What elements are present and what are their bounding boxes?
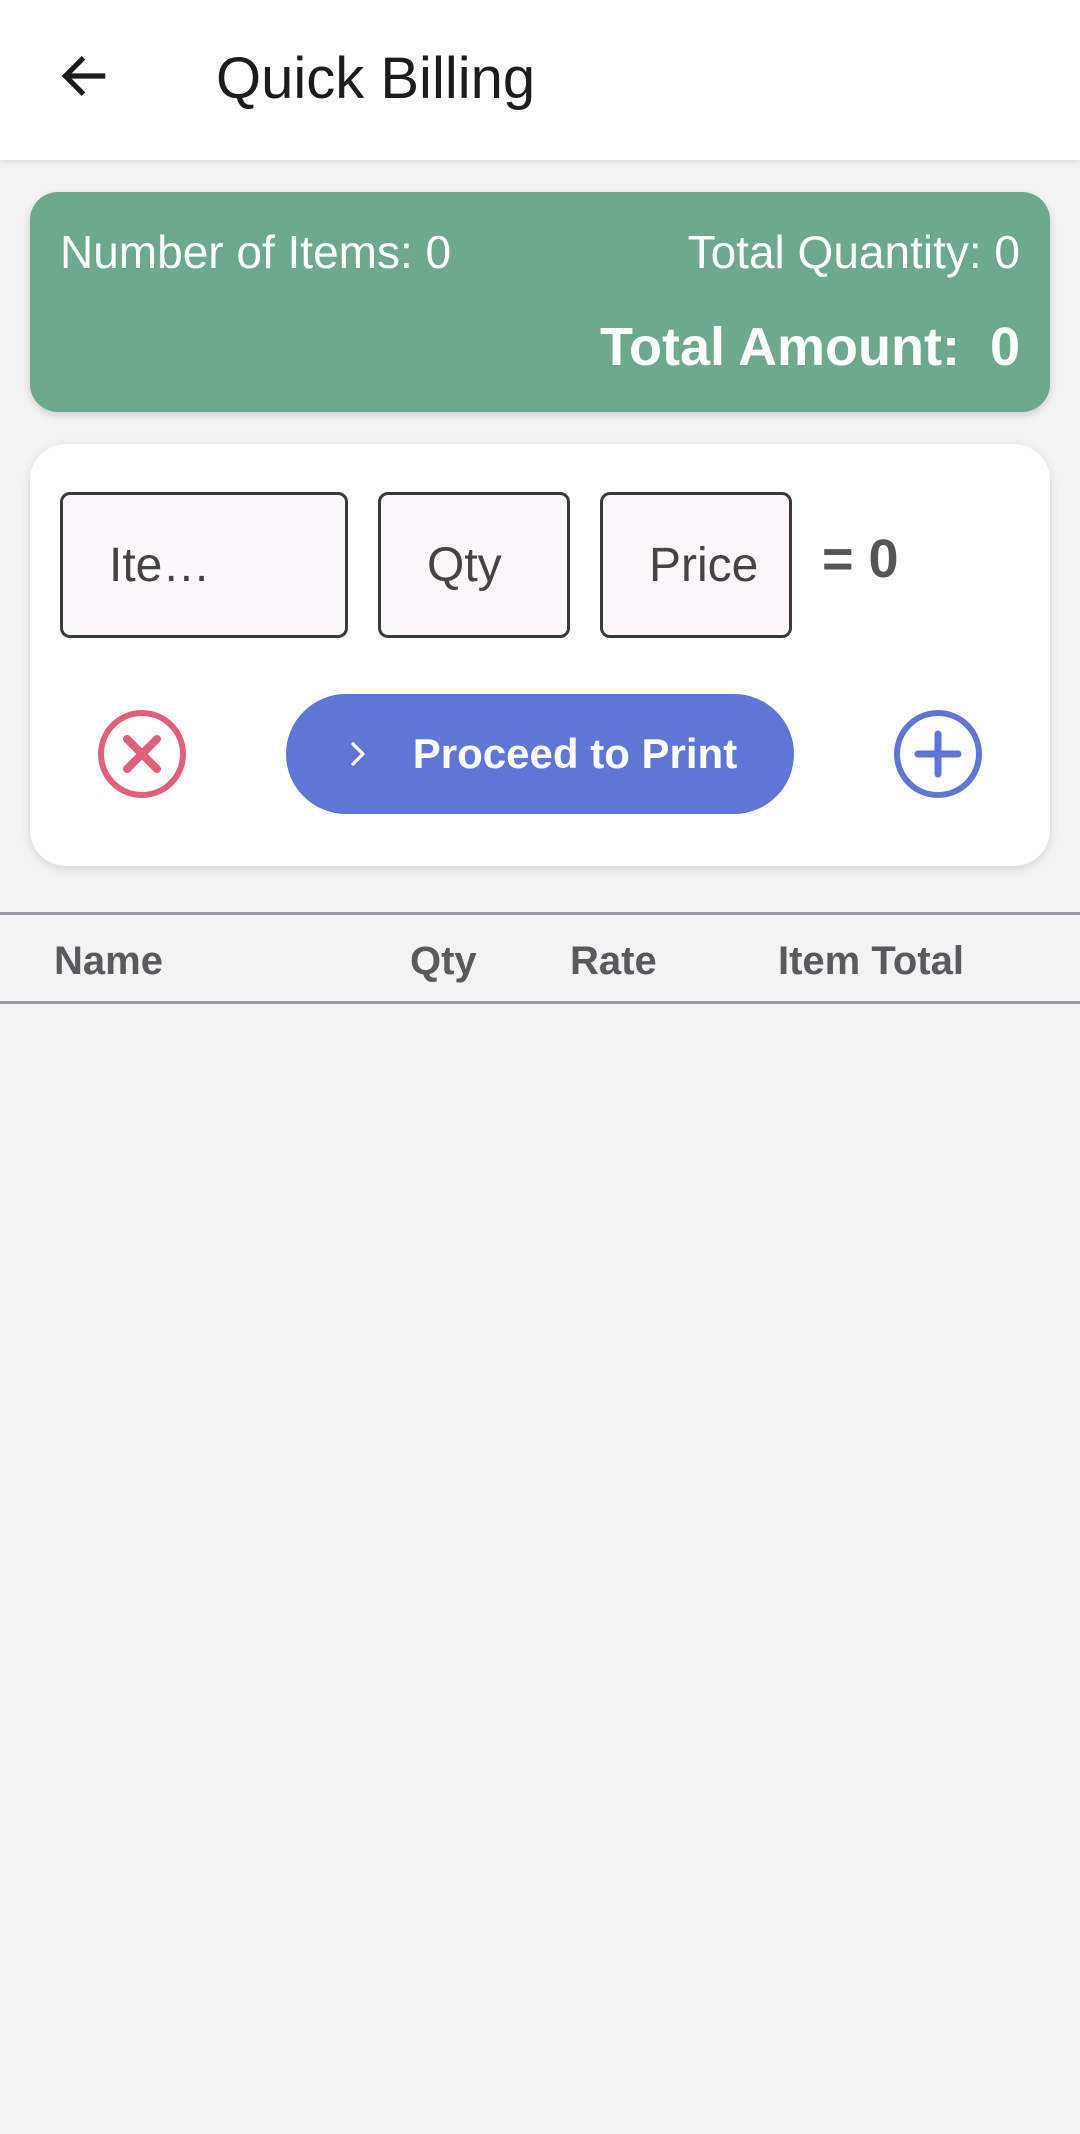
item-entry-card: = 0 Proceed to Print [30,444,1050,866]
proceed-to-print-button[interactable]: Proceed to Print [286,694,794,814]
close-circle-icon [98,710,186,798]
app-bar: Quick Billing [0,0,1080,160]
clear-button[interactable] [96,708,188,800]
quantity-input[interactable] [378,492,570,638]
price-input[interactable] [600,492,792,638]
arrow-left-icon [61,56,106,96]
chevron-right-icon [343,739,373,769]
page-title: Quick Billing [216,46,536,111]
items-table-header: Name Qty Rate Item Total [0,912,1080,1004]
number-of-items: Number of Items: 0 [60,226,452,278]
proceed-to-print-label: Proceed to Print [412,730,738,777]
column-header-rate: Rate [570,939,657,983]
add-item-button[interactable] [892,708,984,800]
total-quantity: Total Quantity: 0 [687,226,1020,278]
back-button[interactable] [44,36,124,116]
column-header-item-total: Item Total [778,939,964,983]
line-total: = 0 [822,529,899,589]
column-header-name: Name [54,939,163,983]
column-header-qty: Qty [410,939,477,983]
billing-summary-card: Number of Items: 0 Total Quantity: 0 Tot… [30,192,1050,412]
plus-circle-icon [894,710,982,798]
item-name-input[interactable] [60,492,348,638]
total-amount: Total Amount: 0 [600,317,1020,377]
